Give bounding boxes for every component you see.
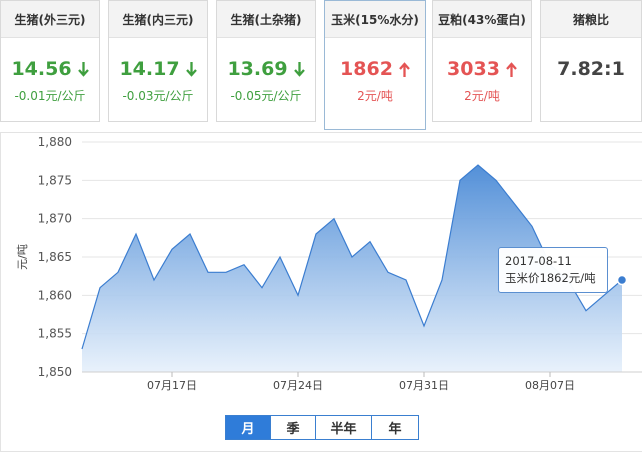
range-tabs: 月 季 半年 年 bbox=[225, 415, 419, 440]
price-value: 3033 bbox=[447, 58, 500, 80]
x-tick-label: 07月31日 bbox=[399, 379, 449, 392]
y-axis-label: 元/吨 bbox=[16, 244, 29, 270]
arrow-down-icon bbox=[77, 61, 89, 77]
card-title: 玉米(15%水分) bbox=[325, 1, 425, 38]
card-title: 生猪(外三元) bbox=[1, 1, 99, 38]
arrow-up-icon bbox=[399, 61, 410, 77]
card-pig-outer[interactable]: 生猪(外三元) 14.56 -0.01元/公斤 bbox=[0, 0, 100, 122]
card-price: 3033 bbox=[433, 56, 531, 82]
tooltip-date: 2017-08-11 bbox=[505, 254, 572, 268]
card-price: 13.69 bbox=[217, 56, 315, 82]
highlight-point bbox=[616, 274, 628, 286]
x-tick-label: 07月17日 bbox=[147, 379, 197, 392]
price-value: 7.82:1 bbox=[557, 58, 625, 80]
x-tick-label: 07月24日 bbox=[273, 379, 323, 392]
card-title: 豆粕(43%蛋白) bbox=[433, 1, 531, 38]
card-change: -0.05元/公斤 bbox=[230, 89, 302, 103]
card-soymeal[interactable]: 豆粕(43%蛋白) 3033 2元/吨 bbox=[432, 0, 532, 122]
price-value: 14.17 bbox=[119, 58, 180, 80]
card-change: 2元/吨 bbox=[464, 89, 500, 103]
tab-half-year[interactable]: 半年 bbox=[316, 416, 372, 439]
card-change: 2元/吨 bbox=[357, 89, 393, 103]
y-tick-label: 1,850 bbox=[38, 365, 72, 379]
card-pig-inner[interactable]: 生猪(内三元) 14.17 -0.03元/公斤 bbox=[108, 0, 208, 122]
card-price: 7.82:1 bbox=[541, 56, 641, 82]
y-tick-label: 1,855 bbox=[38, 327, 72, 341]
card-title: 生猪(内三元) bbox=[109, 1, 207, 38]
card-corn[interactable]: 玉米(15%水分) 1862 2元/吨 bbox=[324, 0, 426, 130]
card-change: -0.01元/公斤 bbox=[14, 89, 86, 103]
y-tick-label: 1,880 bbox=[38, 135, 72, 149]
card-price: 1862 bbox=[325, 56, 425, 82]
y-tick-label: 1,865 bbox=[38, 250, 72, 264]
card-title: 生猪(土杂猪) bbox=[217, 1, 315, 38]
tab-quarter[interactable]: 季 bbox=[271, 416, 316, 439]
card-pig-grain-ratio[interactable]: 猪粮比 7.82:1 bbox=[540, 0, 642, 122]
arrow-up-icon bbox=[506, 61, 517, 77]
card-change: -0.03元/公斤 bbox=[122, 89, 194, 103]
tab-year[interactable]: 年 bbox=[372, 416, 418, 439]
tooltip-value: 玉米价1862元/吨 bbox=[505, 271, 596, 285]
y-tick-label: 1,860 bbox=[38, 288, 72, 302]
card-title: 猪粮比 bbox=[541, 1, 641, 38]
price-value: 1862 bbox=[340, 58, 393, 80]
y-tick-label: 1,875 bbox=[38, 173, 72, 187]
arrow-down-icon bbox=[185, 61, 197, 77]
card-price: 14.56 bbox=[1, 56, 99, 82]
x-tick-label: 08月07日 bbox=[525, 379, 575, 392]
price-cards: 生猪(外三元) 14.56 -0.01元/公斤 生猪(内三元) 14.17 -0… bbox=[0, 0, 642, 130]
arrow-down-icon bbox=[293, 61, 305, 77]
price-value: 13.69 bbox=[227, 58, 288, 80]
chart-tooltip: 2017-08-11 玉米价1862元/吨 bbox=[498, 247, 608, 293]
price-value: 14.56 bbox=[11, 58, 72, 80]
y-tick-label: 1,870 bbox=[38, 212, 72, 226]
card-pig-local[interactable]: 生猪(土杂猪) 13.69 -0.05元/公斤 bbox=[216, 0, 316, 122]
tab-month[interactable]: 月 bbox=[226, 416, 271, 439]
card-price: 14.17 bbox=[109, 56, 207, 82]
